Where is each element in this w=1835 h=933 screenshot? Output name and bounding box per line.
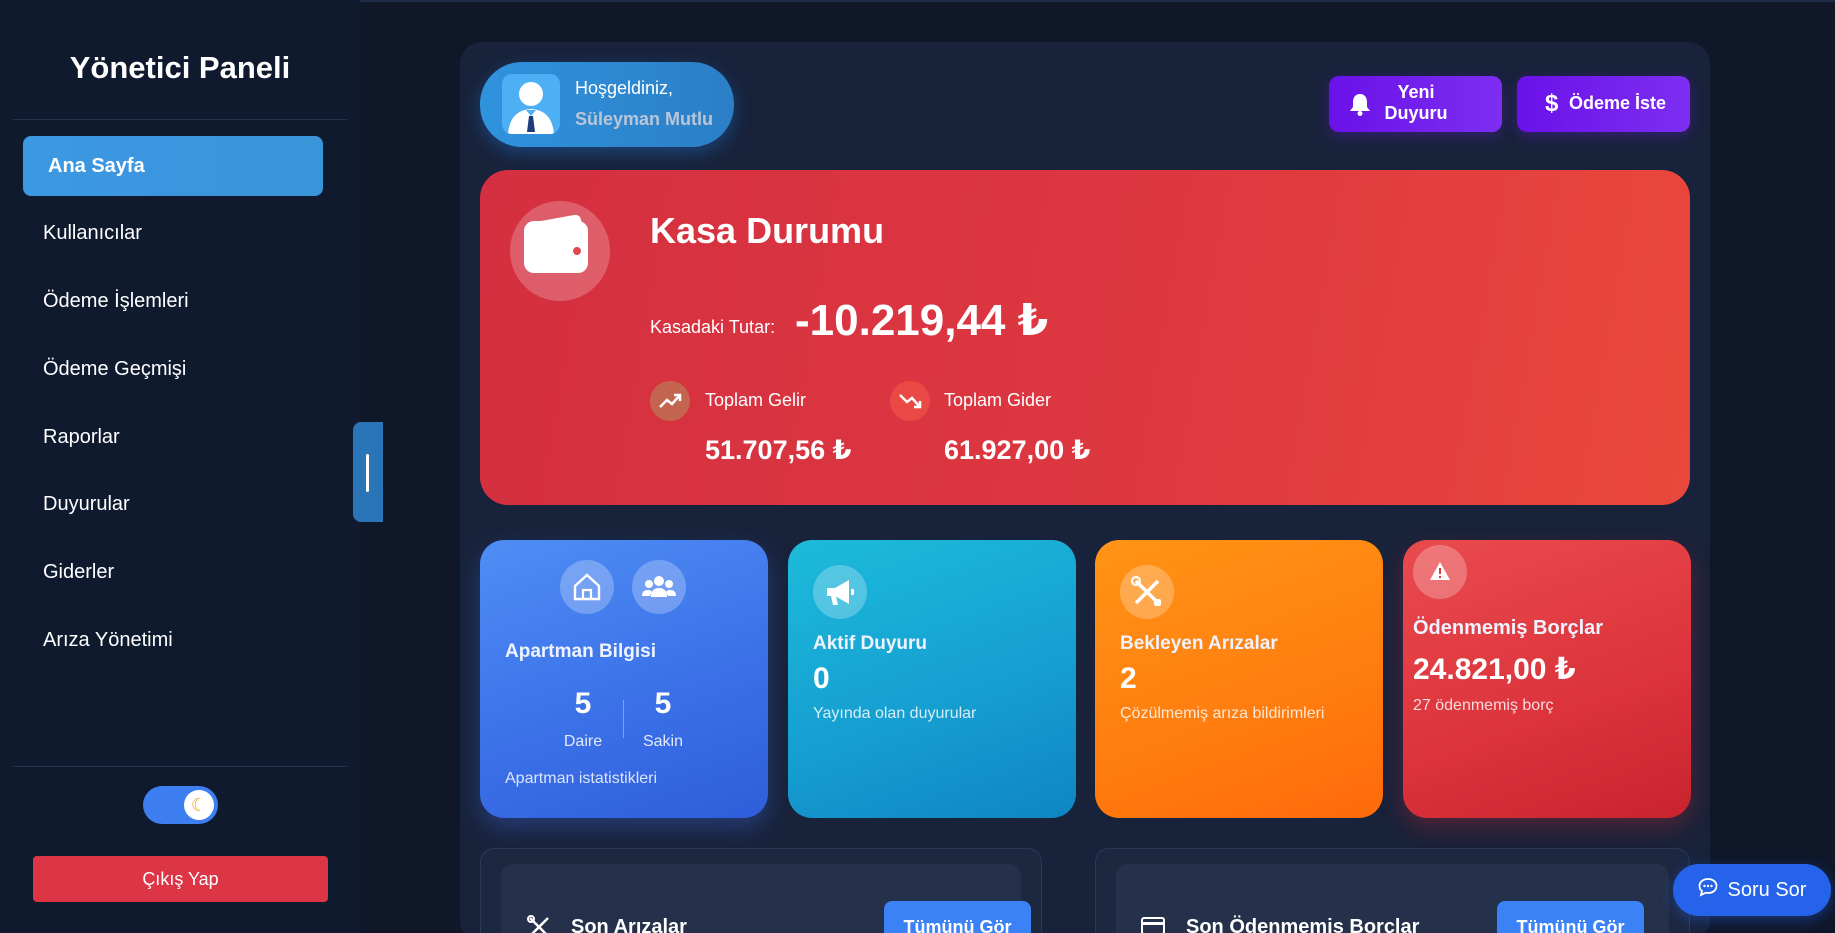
view-all-faults-button[interactable]: Tümünü Gör [884, 901, 1031, 933]
cash-amount-label: Kasadaki Tutar: [650, 317, 776, 337]
sidebar-item-giderler[interactable]: Giderler [23, 542, 323, 602]
sidebar-item-label: Ödeme İşlemleri [43, 289, 189, 312]
sidebar-item-label: Ana Sayfa [48, 154, 145, 177]
residents-count: 5 [654, 687, 672, 720]
unpaid-debts-card[interactable]: Ödenmemiş Borçlar 24.821,00 ₺ 27 ödenmem… [1403, 540, 1691, 818]
cash-status-card: Kasa Durumu Kasadaki Tutar: -10.219,44 ₺… [480, 170, 1690, 505]
residents-label: Sakin [642, 733, 684, 750]
pending-faults-card[interactable]: Bekleyen Arızalar 2 Çözülmemiş arıza bil… [1095, 540, 1383, 818]
pending-faults-title: Bekleyen Arızalar [1120, 633, 1278, 654]
total-expense-value: 61.927,00 ₺ [944, 435, 1091, 465]
total-income-label: Toplam Gelir [705, 390, 807, 410]
sidebar-item-ariza-yonetimi[interactable]: Arıza Yönetimi [23, 610, 323, 670]
megaphone-icon [813, 565, 867, 619]
sidebar-collapse-handle[interactable] [353, 422, 383, 522]
recent-faults-title: Son Arızalar [571, 916, 687, 933]
sidebar-item-label: Kullanıcılar [43, 221, 142, 244]
sidebar-title: Yönetici Paneli [69, 50, 291, 85]
welcome-user-name: Süleyman Mutlu [575, 109, 714, 129]
tools-icon [1120, 565, 1174, 619]
pending-faults-subtitle: Çözülmemiş arıza bildirimleri [1120, 705, 1325, 722]
apartment-info-subtitle: Apartman istatistikleri [505, 770, 658, 787]
welcome-greeting: Hoşgeldiniz, [575, 78, 674, 98]
pending-faults-count: 2 [1120, 662, 1137, 695]
new-announcement-label: Duyuru [1384, 103, 1448, 123]
sidebar: Yönetici Paneli Ana Sayfa Kullanıcılar Ö… [0, 0, 360, 933]
unpaid-debts-amount: 24.821,00 ₺ [1413, 653, 1576, 686]
apartment-info-title: Apartman Bilgisi [505, 641, 656, 662]
sidebar-divider [13, 119, 347, 120]
sidebar-item-ana-sayfa[interactable]: Ana Sayfa [23, 136, 323, 196]
welcome-badge: Hoşgeldiniz, Süleyman Mutlu [480, 62, 734, 147]
sidebar-item-raporlar[interactable]: Raporlar [23, 407, 323, 467]
wallet-icon [510, 201, 610, 301]
dollar-icon: $ [1545, 90, 1559, 117]
new-announcement-button[interactable]: Yeni Duyuru [1329, 76, 1502, 132]
flats-label: Daire [563, 733, 603, 750]
active-announcements-count: 0 [813, 662, 830, 695]
tools-icon [526, 914, 552, 933]
ask-question-button[interactable]: Soru Sor [1673, 864, 1831, 916]
recent-faults-header: Son Arızalar Tümünü Gör [501, 864, 1031, 933]
sidebar-item-label: Arıza Yönetimi [43, 628, 173, 651]
view-all-debts-button[interactable]: Tümünü Gör [1497, 901, 1644, 933]
new-announcement-label: Yeni [1397, 82, 1435, 102]
recent-debts-title: Son Ödenmemiş Borçlar [1186, 916, 1420, 933]
total-income-value: 51.707,56 ₺ [705, 435, 852, 465]
unpaid-debts-subtitle: 27 ödenmemiş borç [1413, 697, 1554, 714]
request-payment-button[interactable]: $ Ödeme İste [1517, 76, 1690, 132]
flats-count: 5 [574, 687, 592, 720]
chat-icon [1698, 877, 1718, 903]
sidebar-item-odeme-gecmisi[interactable]: Ödeme Geçmişi [23, 339, 323, 399]
sidebar-item-label: Duyurular [43, 492, 130, 515]
stat-divider [623, 700, 624, 738]
unpaid-debts-title: Ödenmemiş Borçlar [1413, 617, 1604, 639]
recent-debts-header: Son Ödenmemiş Borçlar Tümünü Gör [1116, 864, 1669, 933]
moon-icon: ☾ [184, 790, 214, 820]
recent-faults-section: Son Arızalar Tümünü Gör [480, 848, 1042, 933]
recent-debts-section: Son Ödenmemiş Borçlar Tümünü Gör [1095, 848, 1690, 933]
active-announcements-title: Aktif Duyuru [813, 633, 927, 654]
sidebar-item-kullanicilar[interactable]: Kullanıcılar [23, 203, 323, 263]
cash-amount-value: -10.219,44 ₺ [795, 296, 1049, 345]
trending-down-icon [890, 381, 930, 421]
active-announcements-subtitle: Yayında olan duyurular [813, 705, 977, 722]
sidebar-divider [13, 766, 347, 767]
credit-card-icon [1141, 916, 1165, 933]
active-announcements-card[interactable]: Aktif Duyuru 0 Yayında olan duyurular [788, 540, 1076, 818]
ask-question-label: Soru Sor [1727, 878, 1807, 901]
logout-button[interactable]: Çıkış Yap [33, 856, 328, 902]
sidebar-item-duyurular[interactable]: Duyurular [23, 474, 323, 534]
users-icon [632, 560, 686, 614]
theme-toggle[interactable]: ☾ [143, 786, 218, 824]
warning-icon [1413, 545, 1467, 599]
bell-icon [1349, 92, 1371, 121]
request-payment-label: Ödeme İste [1569, 93, 1667, 113]
apartment-info-card[interactable]: Apartman Bilgisi 5 Daire 5 Sakin Apartma… [480, 540, 768, 818]
cash-status-title: Kasa Durumu [650, 210, 885, 251]
home-icon [560, 560, 614, 614]
total-expense-label: Toplam Gider [944, 390, 1052, 410]
trending-up-icon [650, 381, 690, 421]
sidebar-item-label: Raporlar [43, 425, 120, 448]
sidebar-item-label: Giderler [43, 560, 115, 583]
sidebar-item-odeme-islemleri[interactable]: Ödeme İşlemleri [23, 271, 323, 331]
avatar [502, 74, 560, 134]
sidebar-item-label: Ödeme Geçmişi [43, 357, 187, 380]
